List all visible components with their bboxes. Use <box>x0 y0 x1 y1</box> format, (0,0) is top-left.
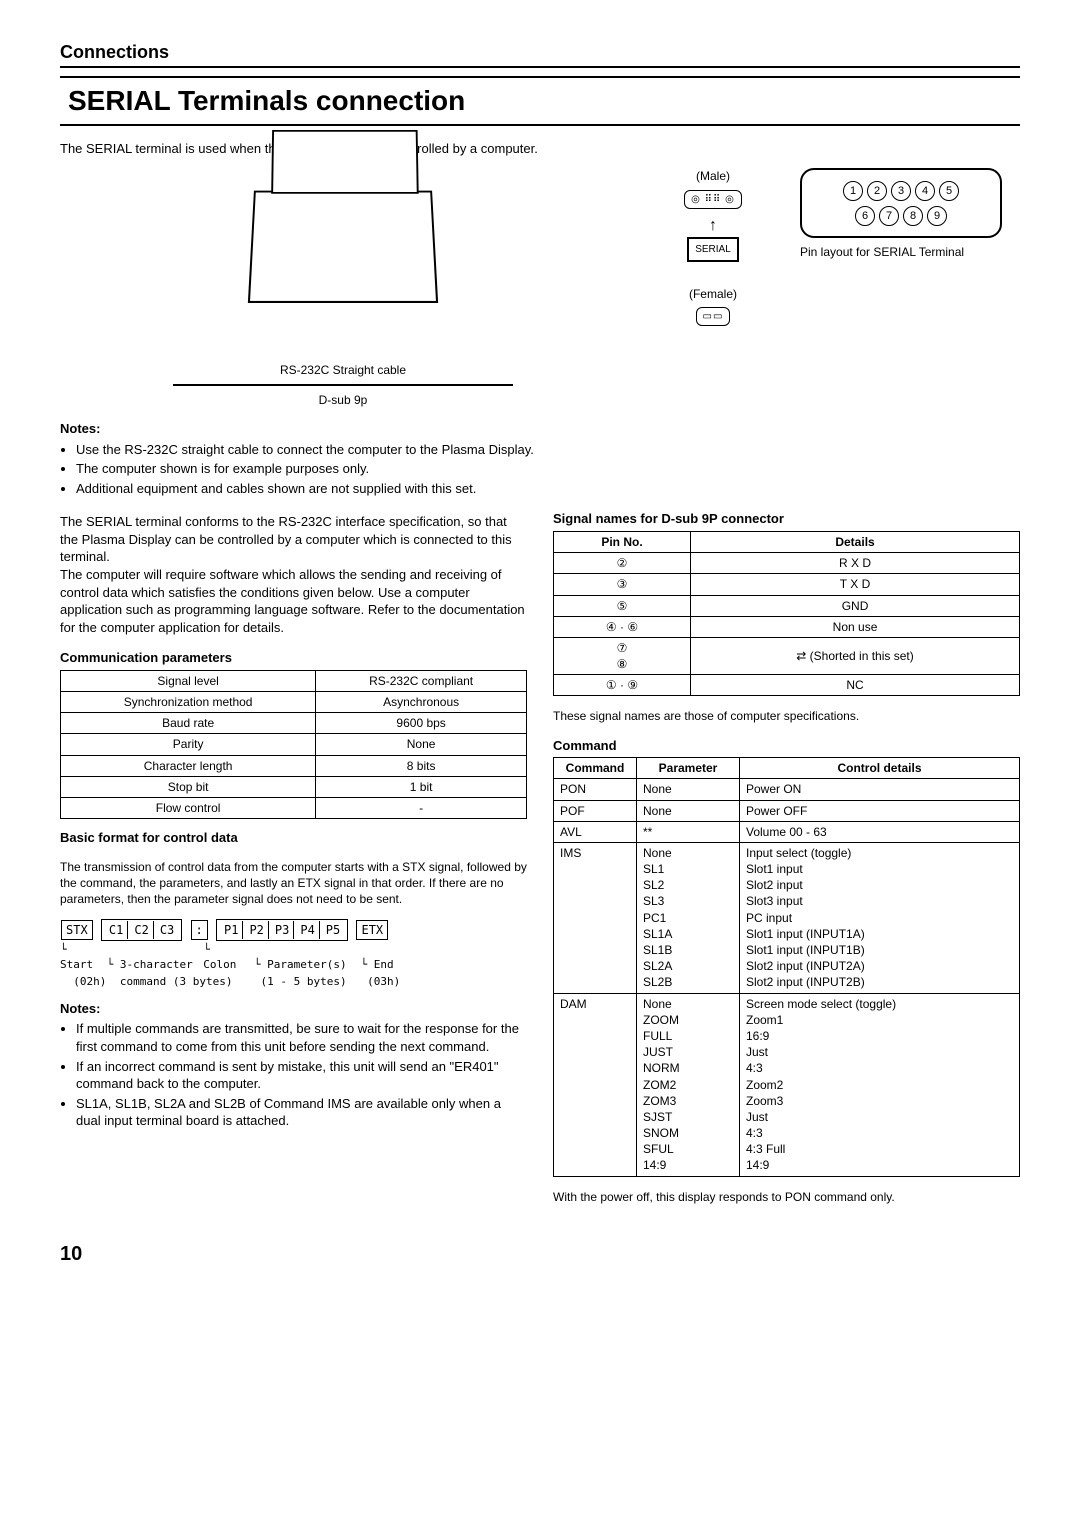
serial-box-label: SERIAL <box>687 237 739 263</box>
cable-label: RS-232C Straight cable <box>60 362 626 378</box>
laptop-illustration <box>248 190 438 302</box>
pin-layout-box: 12345 6789 <box>800 168 1002 238</box>
note-item: The computer shown is for example purpos… <box>76 460 1020 478</box>
notes1-heading: Notes: <box>60 420 1020 438</box>
notes1-list: Use the RS-232C straight cable to connec… <box>60 441 1020 498</box>
command-heading: Command <box>553 737 1020 755</box>
diagram-area: COMPUTER RS-232C Straight cable D-sub 9p… <box>60 168 1020 409</box>
signal-names-table: Pin No. Details ②R X D③T X D⑤GND④ · ⑥Non… <box>553 531 1020 697</box>
female-label: (Female) <box>638 286 788 302</box>
note-item: If an incorrect command is sent by mista… <box>76 1058 527 1093</box>
signal-names-heading: Signal names for D-sub 9P connector <box>553 510 1020 528</box>
comm-params-heading: Communication parameters <box>60 649 527 667</box>
serial-description: The SERIAL terminal conforms to the RS-2… <box>60 513 527 636</box>
page-title: SERIAL Terminals connection <box>60 76 1020 126</box>
note-item: If multiple commands are transmitted, be… <box>76 1020 527 1055</box>
page-number: 10 <box>60 1241 1020 1268</box>
format-diagram: STX C1C2C3 : P1P2P3P4P5 ETX └ Start └ 3-… <box>60 919 527 990</box>
male-label: (Male) <box>638 168 788 184</box>
note-item: Use the RS-232C straight cable to connec… <box>76 441 1020 459</box>
female-connector-icon: ▭▭ <box>696 307 731 327</box>
intro-paragraph: The SERIAL terminal is used when the Pla… <box>60 140 1020 158</box>
pin-layout-caption: Pin layout for SERIAL Terminal <box>800 244 1020 260</box>
dsub-label: D-sub 9p <box>60 392 626 408</box>
notes2-heading: Notes: <box>60 1000 527 1018</box>
command-note: With the power off, this display respond… <box>553 1189 1020 1205</box>
notes2-list: If multiple commands are transmitted, be… <box>60 1020 527 1129</box>
format-heading: Basic format for control data <box>60 829 527 847</box>
comm-params-table: Signal levelRS-232C compliantSynchroniza… <box>60 670 527 819</box>
format-paragraph: The transmission of control data from th… <box>60 859 527 908</box>
note-item: Additional equipment and cables shown ar… <box>76 480 1020 498</box>
serial-port-icon: ◎ ⠿⠿ ◎ <box>684 190 742 210</box>
section-heading: Connections <box>60 40 1020 68</box>
note-item: SL1A, SL1B, SL2A and SL2B of Command IMS… <box>76 1095 527 1130</box>
command-table: Command Parameter Control details PONNon… <box>553 757 1020 1177</box>
signal-note: These signal names are those of computer… <box>553 708 1020 724</box>
